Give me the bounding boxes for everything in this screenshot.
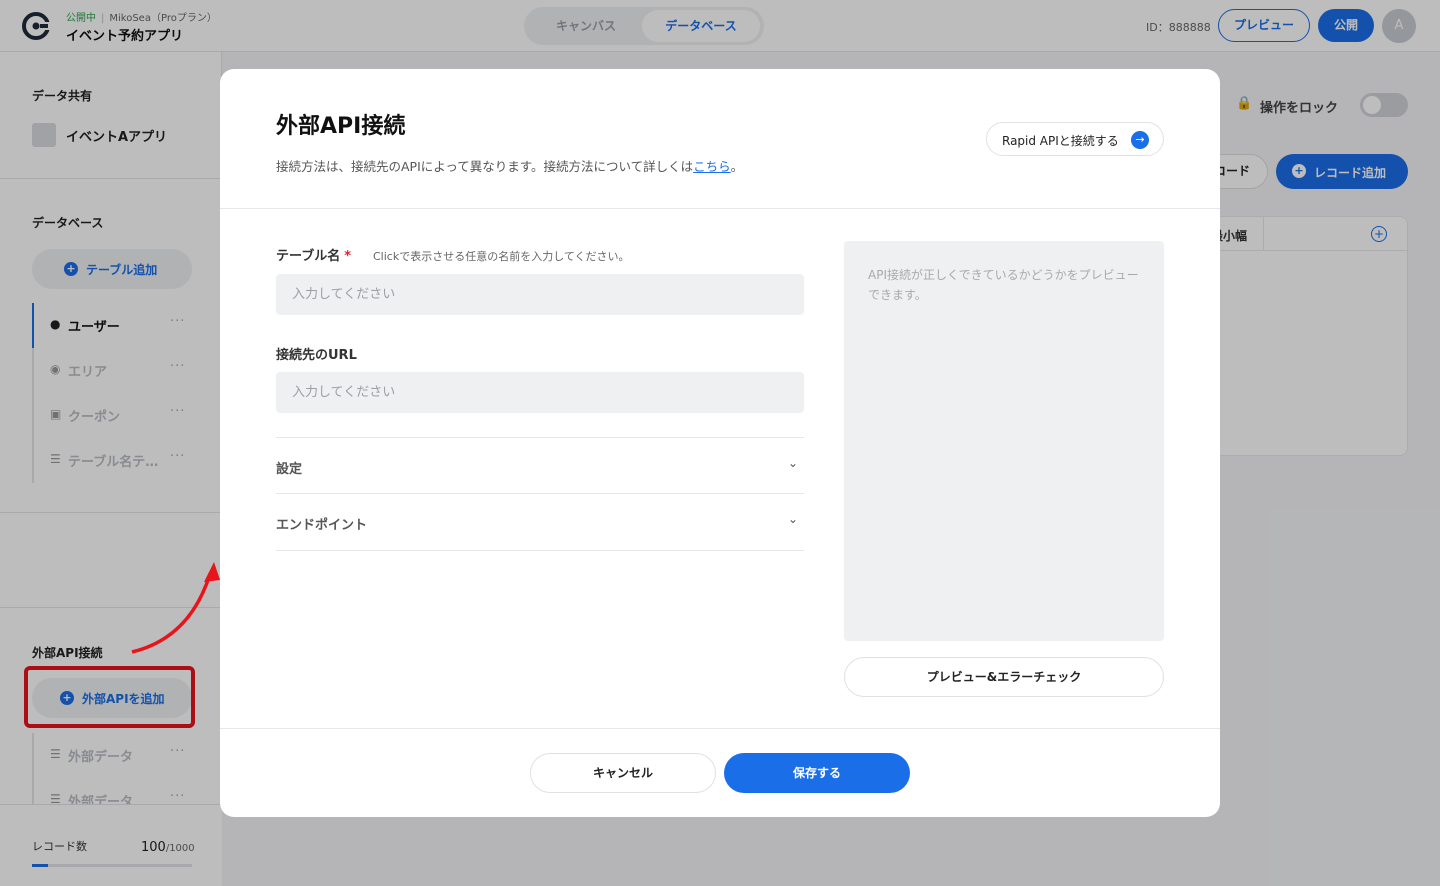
modal-footer: キャンセル 保存する (220, 728, 1220, 817)
arrow-right-icon: → (1131, 131, 1149, 149)
accordion-divider (276, 550, 804, 551)
preview-check-button[interactable]: プレビュー&エラーチェック (844, 657, 1164, 697)
preview-pane: API接続が正しくできているかどうかをプレビューできます。 (844, 241, 1164, 641)
chevron-down-icon: ⌄ (788, 512, 799, 526)
table-name-hint: Clickで表示させる任意の名前を入力してください。 (373, 250, 630, 263)
modal-description: 接続方法は、接続先のAPIによって異なります。接続方法について詳しくはこちら。 (276, 159, 744, 174)
external-api-modal: 外部API接続 接続方法は、接続先のAPIによって異なります。接続方法について詳… (220, 69, 1220, 817)
chevron-down-icon: ⌄ (788, 456, 799, 470)
rapid-api-label: Rapid APIと接続する (1002, 134, 1119, 148)
endpoint-accordion[interactable]: エンドポイント ⌄ (276, 493, 804, 550)
save-button[interactable]: 保存する (724, 753, 910, 793)
required-mark: * (344, 249, 352, 264)
annotation-arrow (131, 562, 220, 654)
url-input[interactable] (276, 372, 804, 413)
modal-header-divider (220, 208, 1220, 209)
endpoint-accordion-label: エンドポイント (276, 518, 368, 533)
modal-title: 外部API接続 (276, 114, 406, 139)
rapid-api-button[interactable]: Rapid APIと接続する → (986, 122, 1164, 156)
settings-accordion-label: 設定 (276, 462, 303, 477)
table-name-input[interactable] (276, 274, 804, 315)
cancel-button[interactable]: キャンセル (530, 753, 716, 793)
preview-placeholder: API接続が正しくできているかどうかをプレビューできます。 (868, 268, 1139, 302)
url-label: 接続先のURL (276, 348, 357, 363)
help-link[interactable]: こちら (693, 159, 731, 174)
settings-accordion[interactable]: 設定 ⌄ (276, 437, 804, 494)
table-name-label: テーブル名 * (276, 249, 352, 264)
